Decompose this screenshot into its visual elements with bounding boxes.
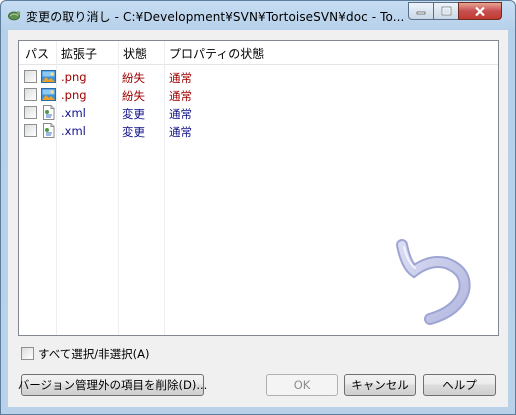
row-checkbox[interactable] [24, 70, 37, 83]
ok-button[interactable]: OK [266, 374, 338, 396]
select-all-label[interactable]: すべて選択/非選択(A) [38, 346, 149, 362]
image-file-icon [41, 87, 56, 102]
minimize-button[interactable] [408, 2, 434, 20]
row-extension: .xml [61, 124, 86, 138]
revert-arrow-icon [396, 239, 471, 325]
window-title: 変更の取り消し - C:¥Development¥SVN¥TortoiseSVN… [26, 10, 405, 24]
table-row[interactable]: .xml 変更 通常 [19, 122, 498, 139]
title-bar[interactable]: 変更の取り消し - C:¥Development¥SVN¥TortoiseSVN… [1, 1, 515, 29]
table-row[interactable]: .png 紛失 通常 [19, 68, 498, 85]
row-property-status: 通常 [169, 71, 192, 85]
column-header-extension[interactable]: 拡張子 [61, 45, 97, 62]
xml-file-icon [41, 123, 56, 138]
row-extension: .png [61, 88, 87, 102]
row-status: 紛失 [122, 89, 145, 103]
row-extension: .xml [61, 106, 86, 120]
help-button[interactable]: ヘルプ [423, 374, 496, 396]
row-checkbox[interactable] [24, 124, 37, 137]
column-header-property-status[interactable]: プロパティの状態 [169, 45, 264, 62]
list-header: パス 拡張子 状態 プロパティの状態 [19, 41, 498, 65]
row-property-status: 通常 [169, 125, 192, 139]
remove-unversioned-button[interactable]: バージョン管理外の項目を削除(D)... [18, 374, 207, 396]
table-row[interactable]: .xml 変更 通常 [19, 104, 498, 121]
column-header-status[interactable]: 状態 [123, 45, 147, 62]
row-status: 変更 [122, 107, 145, 121]
row-property-status: 通常 [169, 107, 192, 121]
minimize-icon [416, 11, 426, 15]
row-checkbox[interactable] [24, 106, 37, 119]
column-header-path[interactable]: パス [25, 45, 49, 62]
row-status: 変更 [122, 125, 145, 139]
close-icon [475, 6, 485, 16]
table-row[interactable]: .png 紛失 通常 [19, 86, 498, 103]
image-file-icon [41, 69, 56, 84]
revert-dialog: 変更の取り消し - C:¥Development¥SVN¥TortoiseSVN… [0, 0, 516, 415]
row-checkbox[interactable] [24, 88, 37, 101]
maximize-button[interactable] [433, 2, 459, 20]
maximize-icon [441, 6, 451, 16]
select-all-box[interactable] [21, 347, 34, 360]
dialog-client-area: パス 拡張子 状態 プロパティの状態 .png 紛失 通常 .png 紛失 通常… [8, 30, 508, 407]
close-button[interactable] [458, 2, 502, 20]
xml-file-icon [41, 105, 56, 120]
row-extension: .png [61, 70, 87, 84]
tortoise-icon [7, 8, 21, 22]
file-list[interactable]: パス 拡張子 状態 プロパティの状態 .png 紛失 通常 .png 紛失 通常… [18, 40, 499, 336]
row-status: 紛失 [122, 71, 145, 85]
row-property-status: 通常 [169, 89, 192, 103]
cancel-button[interactable]: キャンセル [344, 374, 416, 396]
